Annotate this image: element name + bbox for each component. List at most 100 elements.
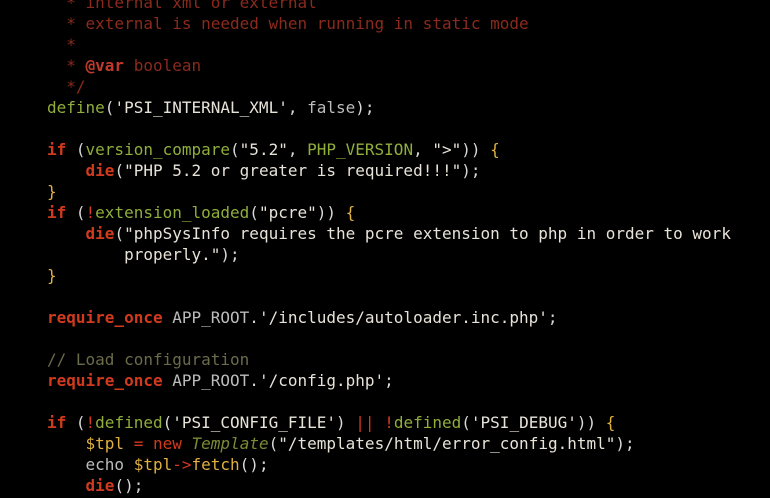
code-token: )): [576, 413, 606, 432]
code-token: "phpSysInfo requires the pcre extension …: [124, 224, 731, 243]
code-area[interactable]: * internal xml or external * external is…: [47, 0, 731, 496]
code-token: die: [85, 476, 115, 495]
code-token: .: [249, 308, 259, 327]
code-token: '/config.php': [258, 371, 385, 390]
code-token: );: [220, 245, 240, 264]
code-token: @var: [85, 56, 125, 75]
code-token: ;: [384, 371, 394, 390]
code-token: version_compare: [85, 140, 231, 159]
code-token: (: [114, 224, 125, 243]
code-token: (: [249, 203, 259, 222]
code-line: }: [47, 265, 731, 286]
code-token: die: [85, 161, 115, 180]
code-line: die();: [47, 475, 731, 496]
code-token: (: [461, 413, 471, 432]
code-token: );: [461, 161, 481, 180]
code-token: new: [152, 434, 182, 453]
code-line: *: [47, 34, 731, 55]
code-token: *: [47, 35, 76, 54]
code-token: fetch: [191, 455, 240, 474]
code-line: }: [47, 181, 731, 202]
code-token: 'PSI_INTERNAL_XML': [114, 98, 288, 117]
code-line: require_once APP_ROOT.'/includes/autoloa…: [47, 307, 731, 328]
code-line: $tpl = new Template("/templates/html/err…: [47, 433, 731, 454]
code-token: *: [47, 56, 86, 75]
code-line: die("phpSysInfo requires the pcre extens…: [47, 223, 731, 244]
code-line: die("PHP 5.2 or greater is required!!!")…: [47, 160, 731, 181]
code-token: properly.": [47, 245, 221, 264]
code-token: ">": [432, 140, 462, 159]
code-token: (: [230, 140, 240, 159]
code-line: if (!extension_loaded("pcre")) {: [47, 202, 731, 223]
code-token: }: [47, 266, 57, 285]
code-token: (: [66, 203, 86, 222]
code-token: PHP_VERSION: [307, 140, 414, 159]
code-token: {: [490, 140, 500, 159]
code-token: defined: [95, 413, 163, 432]
code-token: die: [85, 224, 115, 243]
code-token: (: [162, 413, 173, 432]
code-token: "PHP 5.2 or greater is required!!!": [124, 161, 462, 180]
code-token: {: [345, 203, 356, 222]
code-token: (: [66, 413, 86, 432]
code-token: require_once: [47, 308, 163, 327]
code-token: * internal xml or external: [47, 0, 317, 12]
code-token: $tpl: [85, 434, 125, 453]
code-line: // Load configuration: [47, 349, 731, 370]
code-token: ,: [287, 98, 308, 117]
code-token: defined: [393, 413, 462, 432]
code-token: }: [47, 182, 57, 201]
code-token: extension_loaded: [95, 203, 250, 222]
code-token: ->: [172, 455, 192, 474]
code-line: define('PSI_INTERNAL_XML', false);: [47, 97, 731, 118]
code-token: define: [47, 98, 105, 117]
code-token: !: [85, 203, 96, 222]
code-token: (: [114, 161, 125, 180]
code-token: $tpl: [133, 455, 173, 474]
code-line: echo $tpl->fetch();: [47, 454, 731, 475]
code-token: )): [316, 203, 346, 222]
code-token: (: [104, 98, 115, 117]
code-line: if (!defined('PSI_CONFIG_FILE') || !defi…: [47, 412, 731, 433]
code-editor[interactable]: * internal xml or external * external is…: [0, 0, 770, 498]
code-token: if: [47, 140, 67, 159]
code-token: ;: [547, 308, 558, 327]
code-token: =: [133, 434, 144, 453]
code-token: )): [461, 140, 491, 159]
code-token: if: [47, 203, 67, 222]
code-token: ,: [287, 140, 308, 159]
code-token: Template: [191, 434, 269, 453]
code-token: * external is needed when running in sta…: [47, 14, 529, 33]
code-token: );: [615, 434, 635, 453]
code-token: "/templates/html/error_config.html": [278, 434, 616, 453]
code-token: '/includes/autoloader.inc.php': [258, 308, 548, 327]
code-token: require_once: [47, 371, 163, 390]
code-token: // Load configuration: [47, 350, 250, 369]
code-token: if: [47, 413, 67, 432]
code-line: * external is needed when running in sta…: [47, 13, 731, 34]
code-token: */: [47, 77, 86, 96]
code-token: false: [307, 98, 356, 117]
code-token: ||: [355, 413, 375, 432]
code-token: !: [85, 413, 96, 432]
code-token: ): [336, 413, 356, 432]
code-line: if (version_compare("5.2", PHP_VERSION, …: [47, 139, 731, 160]
code-token: APP_ROOT: [162, 308, 250, 327]
code-token: boolean: [124, 56, 202, 75]
code-token: APP_ROOT: [162, 371, 250, 390]
code-token: );: [355, 98, 375, 117]
code-token: ();: [239, 455, 269, 474]
code-token: .: [249, 371, 259, 390]
